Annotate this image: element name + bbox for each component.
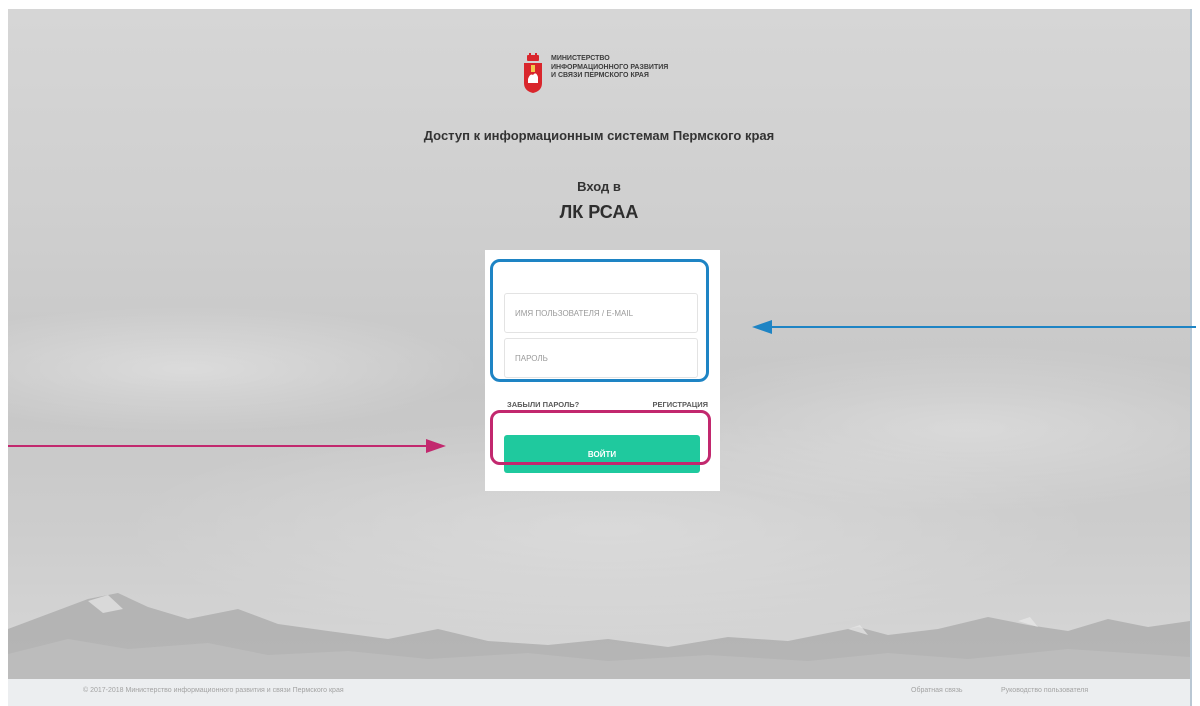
- ministry-line: И СВЯЗИ ПЕРМСКОГО КРАЯ: [551, 72, 649, 79]
- register-link[interactable]: РЕГИСТРАЦИЯ: [653, 400, 708, 409]
- portal-title: Доступ к информационным системам Пермско…: [423, 128, 775, 143]
- ministry-logo: МИНИСТЕРСТВО ИНФОРМАЦИОННОГО РАЗВИТИЯ И …: [523, 53, 723, 97]
- ministry-line: МИНИСТЕРСТВО: [551, 55, 610, 62]
- window-edge: [1190, 9, 1192, 706]
- user-manual-link[interactable]: Руководство пользователя: [1001, 687, 1088, 694]
- credentials-highlight: [490, 259, 709, 382]
- footer: © 2017-2018 Министерство информационного…: [8, 679, 1190, 706]
- copyright-text: © 2017-2018 Министерство информационного…: [83, 687, 344, 694]
- login-button-highlight: [490, 410, 711, 465]
- mountain-silhouette: [8, 593, 1190, 689]
- ministry-line: ИНФОРМАЦИОННОГО РАЗВИТИЯ: [551, 63, 669, 71]
- arrow-right-icon: [8, 439, 446, 453]
- login-to-label: Вход в: [577, 179, 621, 194]
- feedback-link[interactable]: Обратная связь: [911, 687, 963, 694]
- arrow-left-icon: [752, 320, 1196, 334]
- system-name: ЛК РСАА: [559, 202, 639, 222]
- perm-krai-coat-of-arms-icon: [524, 53, 542, 93]
- forgot-password-link[interactable]: ЗАБЫЛИ ПАРОЛЬ?: [507, 400, 579, 409]
- ministry-name: МИНИСТЕРСТВО ИНФОРМАЦИОННОГО РАЗВИТИЯ И …: [551, 55, 721, 81]
